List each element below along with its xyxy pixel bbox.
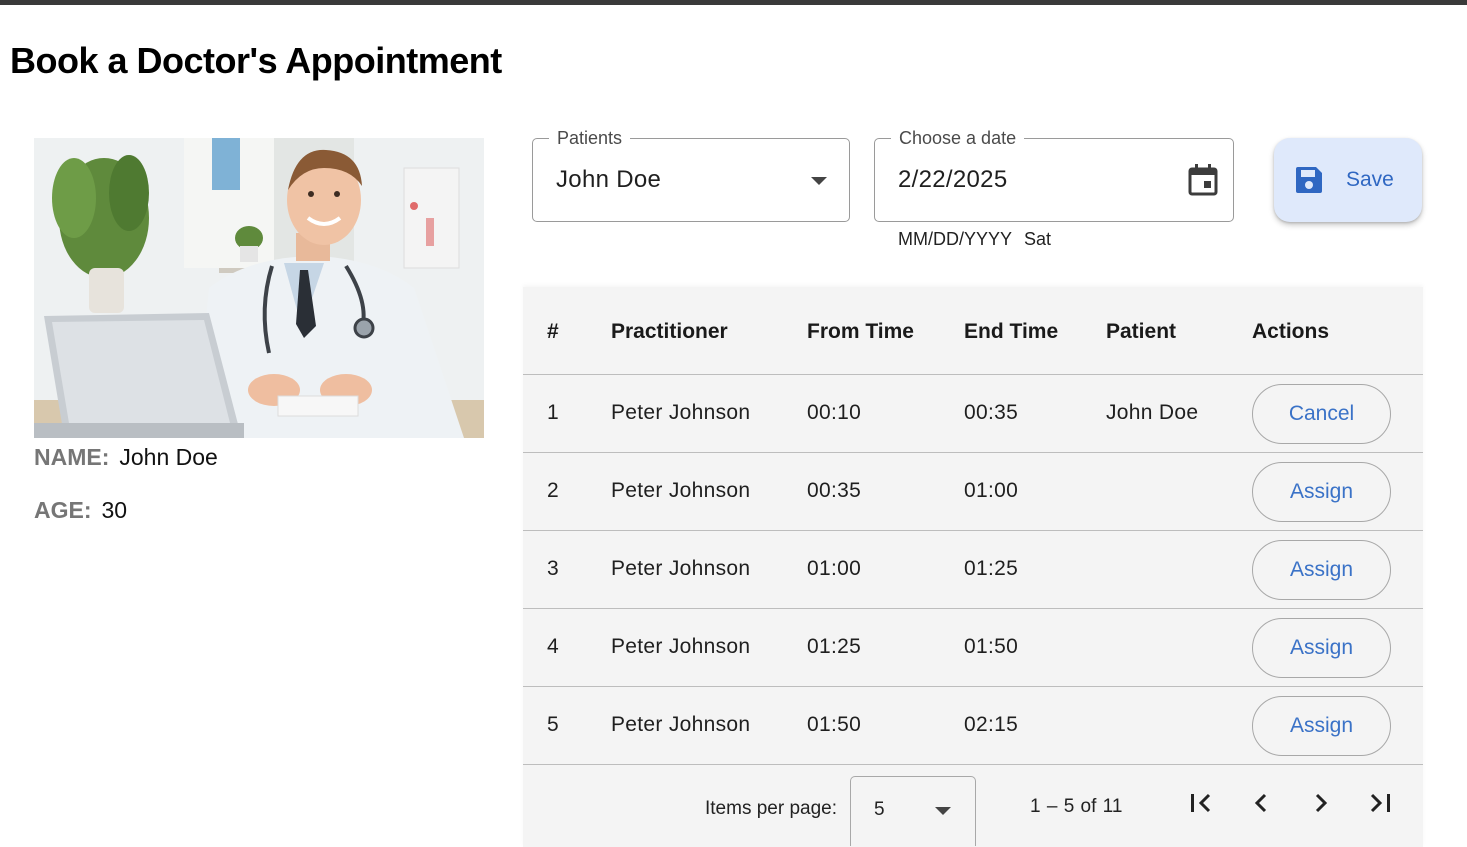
cell-number: 1 <box>547 401 559 424</box>
cell-practitioner: Peter Johnson <box>611 557 751 580</box>
next-page-icon[interactable] <box>1301 783 1341 823</box>
assign-button[interactable]: Assign <box>1252 696 1391 756</box>
cell-end-time: 02:15 <box>964 713 1019 736</box>
items-per-page-select[interactable]: 5 <box>850 776 976 846</box>
assign-button[interactable]: Assign <box>1252 540 1391 600</box>
table-row: 1 Peter Johnson 00:10 00:35 John Doe Can… <box>523 375 1423 453</box>
cell-from-time: 01:00 <box>807 557 862 580</box>
patients-select[interactable]: Patients John Doe <box>532 128 850 222</box>
age-row: AGE: 30 <box>34 497 127 524</box>
date-field[interactable]: Choose a date 2/22/2025 <box>874 128 1234 222</box>
cell-end-time: 01:25 <box>964 557 1019 580</box>
cell-practitioner: Peter Johnson <box>611 401 751 424</box>
header-practitioner: Practitioner <box>611 320 728 343</box>
cell-from-time: 00:10 <box>807 401 862 424</box>
last-page-icon[interactable] <box>1361 783 1401 823</box>
cancel-button[interactable]: Cancel <box>1252 384 1391 444</box>
age-value: 30 <box>101 497 128 523</box>
cell-from-time: 00:35 <box>807 479 862 502</box>
cell-from-time: 01:25 <box>807 635 862 658</box>
date-label: Choose a date <box>891 128 1025 149</box>
save-label: Save <box>1346 168 1394 191</box>
header-from-time: From Time <box>807 320 914 343</box>
cell-number: 3 <box>547 557 559 580</box>
save-button[interactable]: Save <box>1274 138 1422 222</box>
cell-practitioner: Peter Johnson <box>611 635 751 658</box>
cell-end-time: 00:35 <box>964 401 1019 424</box>
items-per-page-label: Items per page: <box>705 798 838 819</box>
header-actions: Actions <box>1252 320 1330 343</box>
header-patient: Patient <box>1106 320 1177 343</box>
cell-number: 5 <box>547 713 559 736</box>
assign-button[interactable]: Assign <box>1252 618 1391 678</box>
doctor-photo <box>34 138 484 438</box>
page-title: Book a Doctor's Appointment <box>10 40 502 81</box>
table-row: 5 Peter Johnson 01:50 02:15 Assign <box>523 687 1423 765</box>
items-per-page-value: 5 <box>874 799 885 820</box>
cell-practitioner: Peter Johnson <box>611 713 751 736</box>
cell-end-time: 01:00 <box>964 479 1019 502</box>
patients-value: John Doe <box>556 166 662 193</box>
name-row: NAME: John Doe <box>34 444 218 471</box>
name-value: John Doe <box>119 444 218 470</box>
save-icon <box>1294 165 1324 195</box>
cell-patient: John Doe <box>1106 401 1199 424</box>
header-number: # <box>547 320 559 343</box>
date-value[interactable]: 2/22/2025 <box>898 166 1007 194</box>
patients-label: Patients <box>549 128 631 149</box>
cell-from-time: 01:50 <box>807 713 862 736</box>
chevron-down-icon[interactable] <box>935 807 951 815</box>
header-end-time: End Time <box>964 320 1059 343</box>
table-row: 3 Peter Johnson 01:00 01:25 Assign <box>523 531 1423 609</box>
cell-number: 2 <box>547 479 559 502</box>
previous-page-icon[interactable] <box>1241 783 1281 823</box>
name-label: NAME: <box>34 444 110 470</box>
top-bar <box>0 0 1467 5</box>
cell-number: 4 <box>547 635 559 658</box>
page-range-label: 1 – 5 of 11 <box>1030 796 1123 817</box>
date-format-hint: MM/DD/YYYY <box>898 229 1013 249</box>
cell-practitioner: Peter Johnson <box>611 479 751 502</box>
calendar-icon[interactable] <box>1187 163 1219 197</box>
assign-button[interactable]: Assign <box>1252 462 1391 522</box>
age-label: AGE: <box>34 497 92 523</box>
table-row: 4 Peter Johnson 01:25 01:50 Assign <box>523 609 1423 687</box>
table-row: 2 Peter Johnson 00:35 01:00 Assign <box>523 453 1423 531</box>
cell-end-time: 01:50 <box>964 635 1019 658</box>
date-hint: MM/DD/YYYY Sat <box>898 229 1051 250</box>
table-header: # Practitioner From Time End Time Patien… <box>523 287 1423 375</box>
date-weekday: Sat <box>1024 229 1052 249</box>
first-page-icon[interactable] <box>1180 783 1220 823</box>
appointments-table: # Practitioner From Time End Time Patien… <box>523 287 1423 847</box>
dropdown-arrow-icon[interactable] <box>811 177 827 185</box>
